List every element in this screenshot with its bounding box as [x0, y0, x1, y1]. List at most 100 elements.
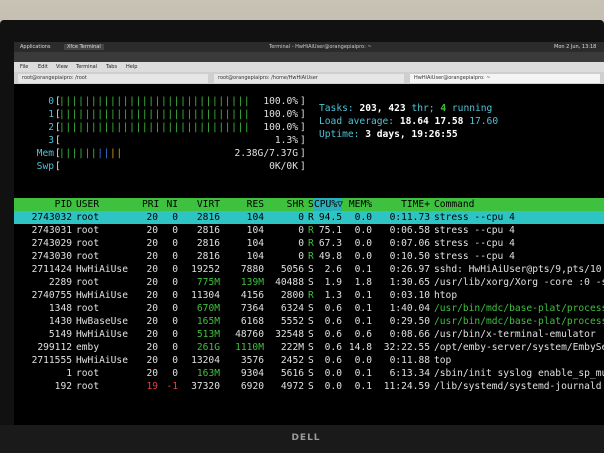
process-row[interactable]: 192 root 19 -1 37320 6920 4972 S 0.0 0.1 11:24.59 /…	[14, 380, 604, 393]
cell-time: 32:22.55	[383, 342, 430, 353]
meter-value: 0K/0K	[269, 161, 298, 172]
col-pid[interactable]: PID	[14, 198, 72, 211]
cell-shr: 2800	[280, 290, 304, 301]
cell-cpu: 1.9	[324, 277, 342, 288]
cell-cpu: 75.1	[318, 225, 342, 236]
cell-res: 7364	[240, 303, 264, 314]
tab-root[interactable]: root@orangepiaipro: /root	[18, 74, 208, 83]
cell-s: S	[308, 329, 314, 340]
menu-help[interactable]: Help	[126, 64, 137, 70]
cell-ni: 0	[172, 238, 178, 249]
cell-res: 4156	[240, 290, 264, 301]
cell-virt: 670M	[196, 303, 220, 314]
cell-mem: 0.1	[354, 264, 372, 275]
cell-res: 104	[246, 238, 264, 249]
process-row[interactable]: 2740755 HwHiAiUse 20 0 11304 4156 2800 R 1.3 0.1 0…	[14, 289, 604, 302]
panel-clock[interactable]: Mon 2 Jun, 13:18	[554, 44, 596, 50]
cell-mem: 0.0	[354, 355, 372, 366]
process-row[interactable]: 1 root 20 0 163M 9304 5616 S 0.0 0.1 6:13.34/sbin/…	[14, 367, 604, 380]
process-row[interactable]: 2289 root 20 0 775M 139M 40488 S 1.9 1.8 1:30.65/u…	[14, 276, 604, 289]
process-row[interactable]: 2711555 HwHiAiUse 20 0 13204 3576 2452 S 0.6 0.0 0…	[14, 354, 604, 367]
threads-count: 423	[388, 103, 406, 114]
cell-s: S	[308, 355, 314, 366]
terminal-titlebar[interactable]	[14, 52, 604, 62]
col-shr[interactable]: SHR	[268, 198, 304, 211]
col-ni[interactable]: NI	[164, 198, 178, 211]
taskbar-item-terminal[interactable]: Xfce Terminal	[64, 44, 104, 50]
cell-user: root	[76, 251, 100, 262]
process-row[interactable]: 1430 HwBaseUse 20 0 165M 6168 5552 S 0.6 0.1 0:29.…	[14, 315, 604, 328]
cell-res: 6920	[240, 381, 264, 392]
cell-ni: 0	[172, 251, 178, 262]
cell-pri: 19	[146, 381, 158, 392]
process-row[interactable]: 1348 root 20 0 670M 7364 6324 S 0.6 0.1 1:40.04/us…	[14, 302, 604, 315]
col-user[interactable]: USER	[76, 198, 99, 211]
meter-value: 2.38G/7.37G	[234, 148, 298, 159]
meter-label: 1	[48, 109, 54, 120]
cell-ni: 0	[172, 290, 178, 301]
cell-pri: 20	[146, 212, 158, 223]
cell-s: S	[308, 277, 314, 288]
cell-res: 1110M	[235, 342, 264, 353]
cell-ni: 0	[172, 368, 178, 379]
cell-res: 104	[246, 212, 264, 223]
process-row[interactable]: 299112 emby 20 0 261G 1110M 222M S 0.6 14.8 32:22.…	[14, 341, 604, 354]
meter-label: 2	[48, 122, 54, 133]
col-mem[interactable]: MEM%	[348, 198, 372, 211]
load-1: 18.64	[399, 116, 429, 127]
cell-ni: -1	[166, 381, 178, 392]
menu-view[interactable]: View	[56, 64, 68, 70]
process-row[interactable]: 2743029 root 20 0 2816 104 0 R 67.3 0.0 0:07.06 str…	[14, 237, 604, 250]
cell-time: 0:11.73	[389, 212, 430, 223]
cell-pid: 2743029	[31, 238, 72, 249]
cell-cmd: stress --cpu 4	[434, 238, 515, 249]
menu-tabs[interactable]: Tabs	[106, 64, 117, 70]
cell-mem: 0.0	[354, 212, 372, 223]
cell-cmd: top	[434, 355, 452, 366]
meter-value: 100.0%	[263, 122, 298, 133]
cell-pri: 20	[146, 264, 158, 275]
cell-virt: 2816	[196, 238, 220, 249]
terminal-tabbar: root@orangepiaipro: /root root@orangepia…	[14, 72, 604, 84]
tab-hwhiaiuser[interactable]: HwHiAiUser@orangepiaipro: ~	[410, 74, 600, 83]
cell-pid: 299112	[37, 342, 72, 353]
col-pri[interactable]: PRI	[142, 198, 159, 211]
col-command[interactable]: Command	[434, 198, 604, 211]
col-res[interactable]: RES	[226, 198, 264, 211]
cell-cpu: 0.6	[324, 342, 342, 353]
process-row[interactable]: 2743030 root 20 0 2816 104 0 R 49.8 0.0 0:10.50 str…	[14, 250, 604, 263]
meter-label: 3	[48, 135, 54, 146]
cell-pri: 20	[146, 368, 158, 379]
cell-pid: 2743030	[31, 251, 72, 262]
col-cpu[interactable]: CPU%▽	[314, 198, 343, 211]
cell-user: HwHiAiUse	[76, 290, 128, 301]
cell-ni: 0	[172, 277, 178, 288]
cell-cpu: 1.3	[324, 290, 342, 301]
process-row-selected[interactable]: 2743032 root 20 0 2816 104 0 R 94.5 0.0 0:11.73 str…	[14, 211, 604, 224]
menu-edit[interactable]: Edit	[38, 64, 48, 70]
menu-terminal[interactable]: Terminal	[76, 64, 97, 70]
cell-virt: 775M	[196, 277, 220, 288]
tab-root-home[interactable]: root@orangepiaipro: /home/HwHiAiUser	[214, 74, 404, 83]
monitor-logo: DELL	[291, 433, 321, 443]
cell-time: 0:07.06	[389, 238, 430, 249]
cell-res: 9304	[240, 368, 264, 379]
col-state[interactable]: S	[308, 198, 314, 211]
applications-menu[interactable]: Applications	[20, 44, 51, 50]
cell-user: root	[76, 238, 100, 249]
col-time[interactable]: TIME+	[374, 198, 430, 211]
menu-file[interactable]: File	[20, 64, 28, 70]
col-virt[interactable]: VIRT	[180, 198, 220, 211]
cell-shr: 6324	[280, 303, 304, 314]
process-row[interactable]: 2711424 HwHiAiUse 20 0 19252 7880 5056 S 2.6 0.1 0…	[14, 263, 604, 276]
cell-ni: 0	[172, 264, 178, 275]
cell-pri: 20	[146, 303, 158, 314]
cell-s: R	[308, 251, 314, 262]
cell-pid: 192	[54, 381, 72, 392]
process-row[interactable]: 5149 HwHiAiUse 20 0 513M 48760 32548 S 0.6 0.6 0:0…	[14, 328, 604, 341]
cell-time: 0:11.88	[389, 355, 430, 366]
cell-cpu: 49.8	[318, 251, 342, 262]
cell-time: 0:03.10	[389, 290, 430, 301]
running-label: running	[451, 103, 493, 114]
process-row[interactable]: 2743031 root 20 0 2816 104 0 R 75.1 0.0 0:06.58 str…	[14, 224, 604, 237]
